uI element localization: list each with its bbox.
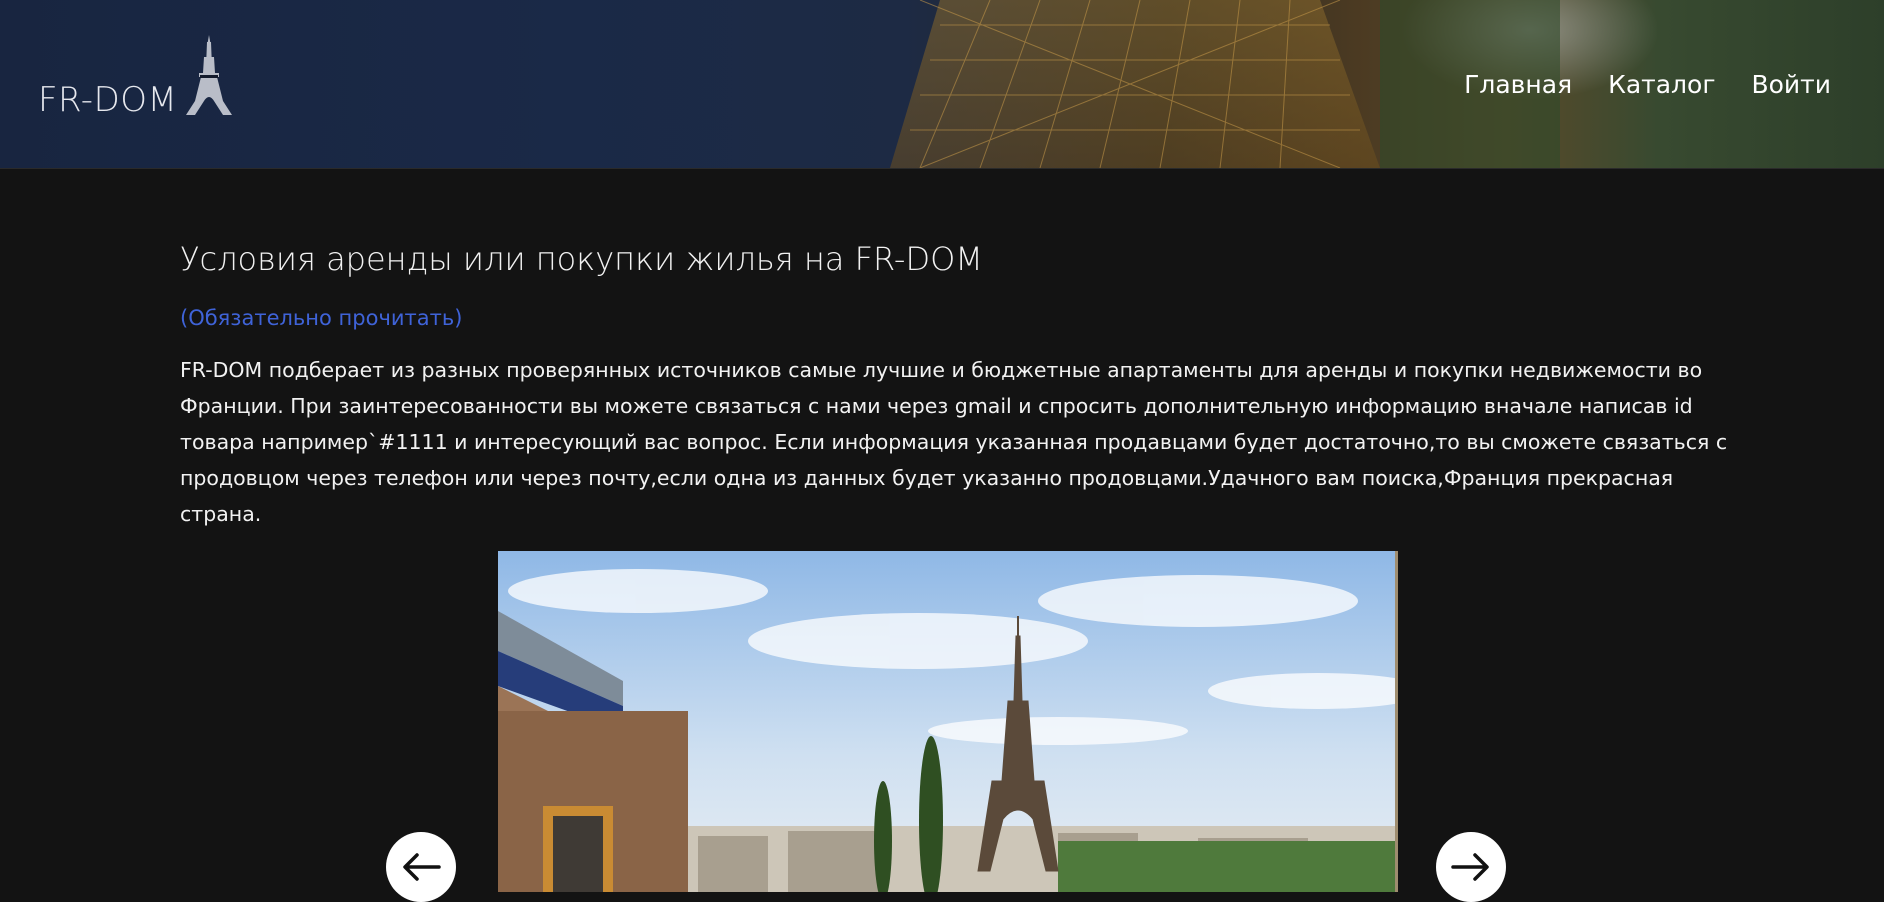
main-content: Условия аренды или покупки жилья на FR-D…	[180, 240, 1727, 553]
eiffel-tower-icon	[183, 35, 235, 121]
arrow-right-icon	[1451, 853, 1489, 881]
image-slider	[498, 551, 1398, 892]
page-title: Условия аренды или покупки жилья на FR-D…	[180, 240, 983, 278]
site-logo-text[interactable]: FR-DOM	[38, 80, 177, 120]
must-read-link[interactable]: (Обязательно прочитать)	[180, 306, 1710, 330]
header-background-eiffel-tower	[890, 0, 1560, 168]
nav-link-catalog[interactable]: Каталог	[1608, 70, 1715, 99]
nav-link-home[interactable]: Главная	[1464, 70, 1572, 99]
main-navigation: Главная Каталог Войти	[1464, 70, 1831, 99]
terms-description: FR-DOM подберает из разных проверянных и…	[180, 358, 1728, 526]
nav-link-login[interactable]: Войти	[1751, 70, 1831, 99]
slide-image-paris-view	[498, 551, 1398, 892]
arrow-left-icon	[403, 853, 441, 881]
site-header: FR-DOM Главная Каталог Войти	[0, 0, 1884, 169]
